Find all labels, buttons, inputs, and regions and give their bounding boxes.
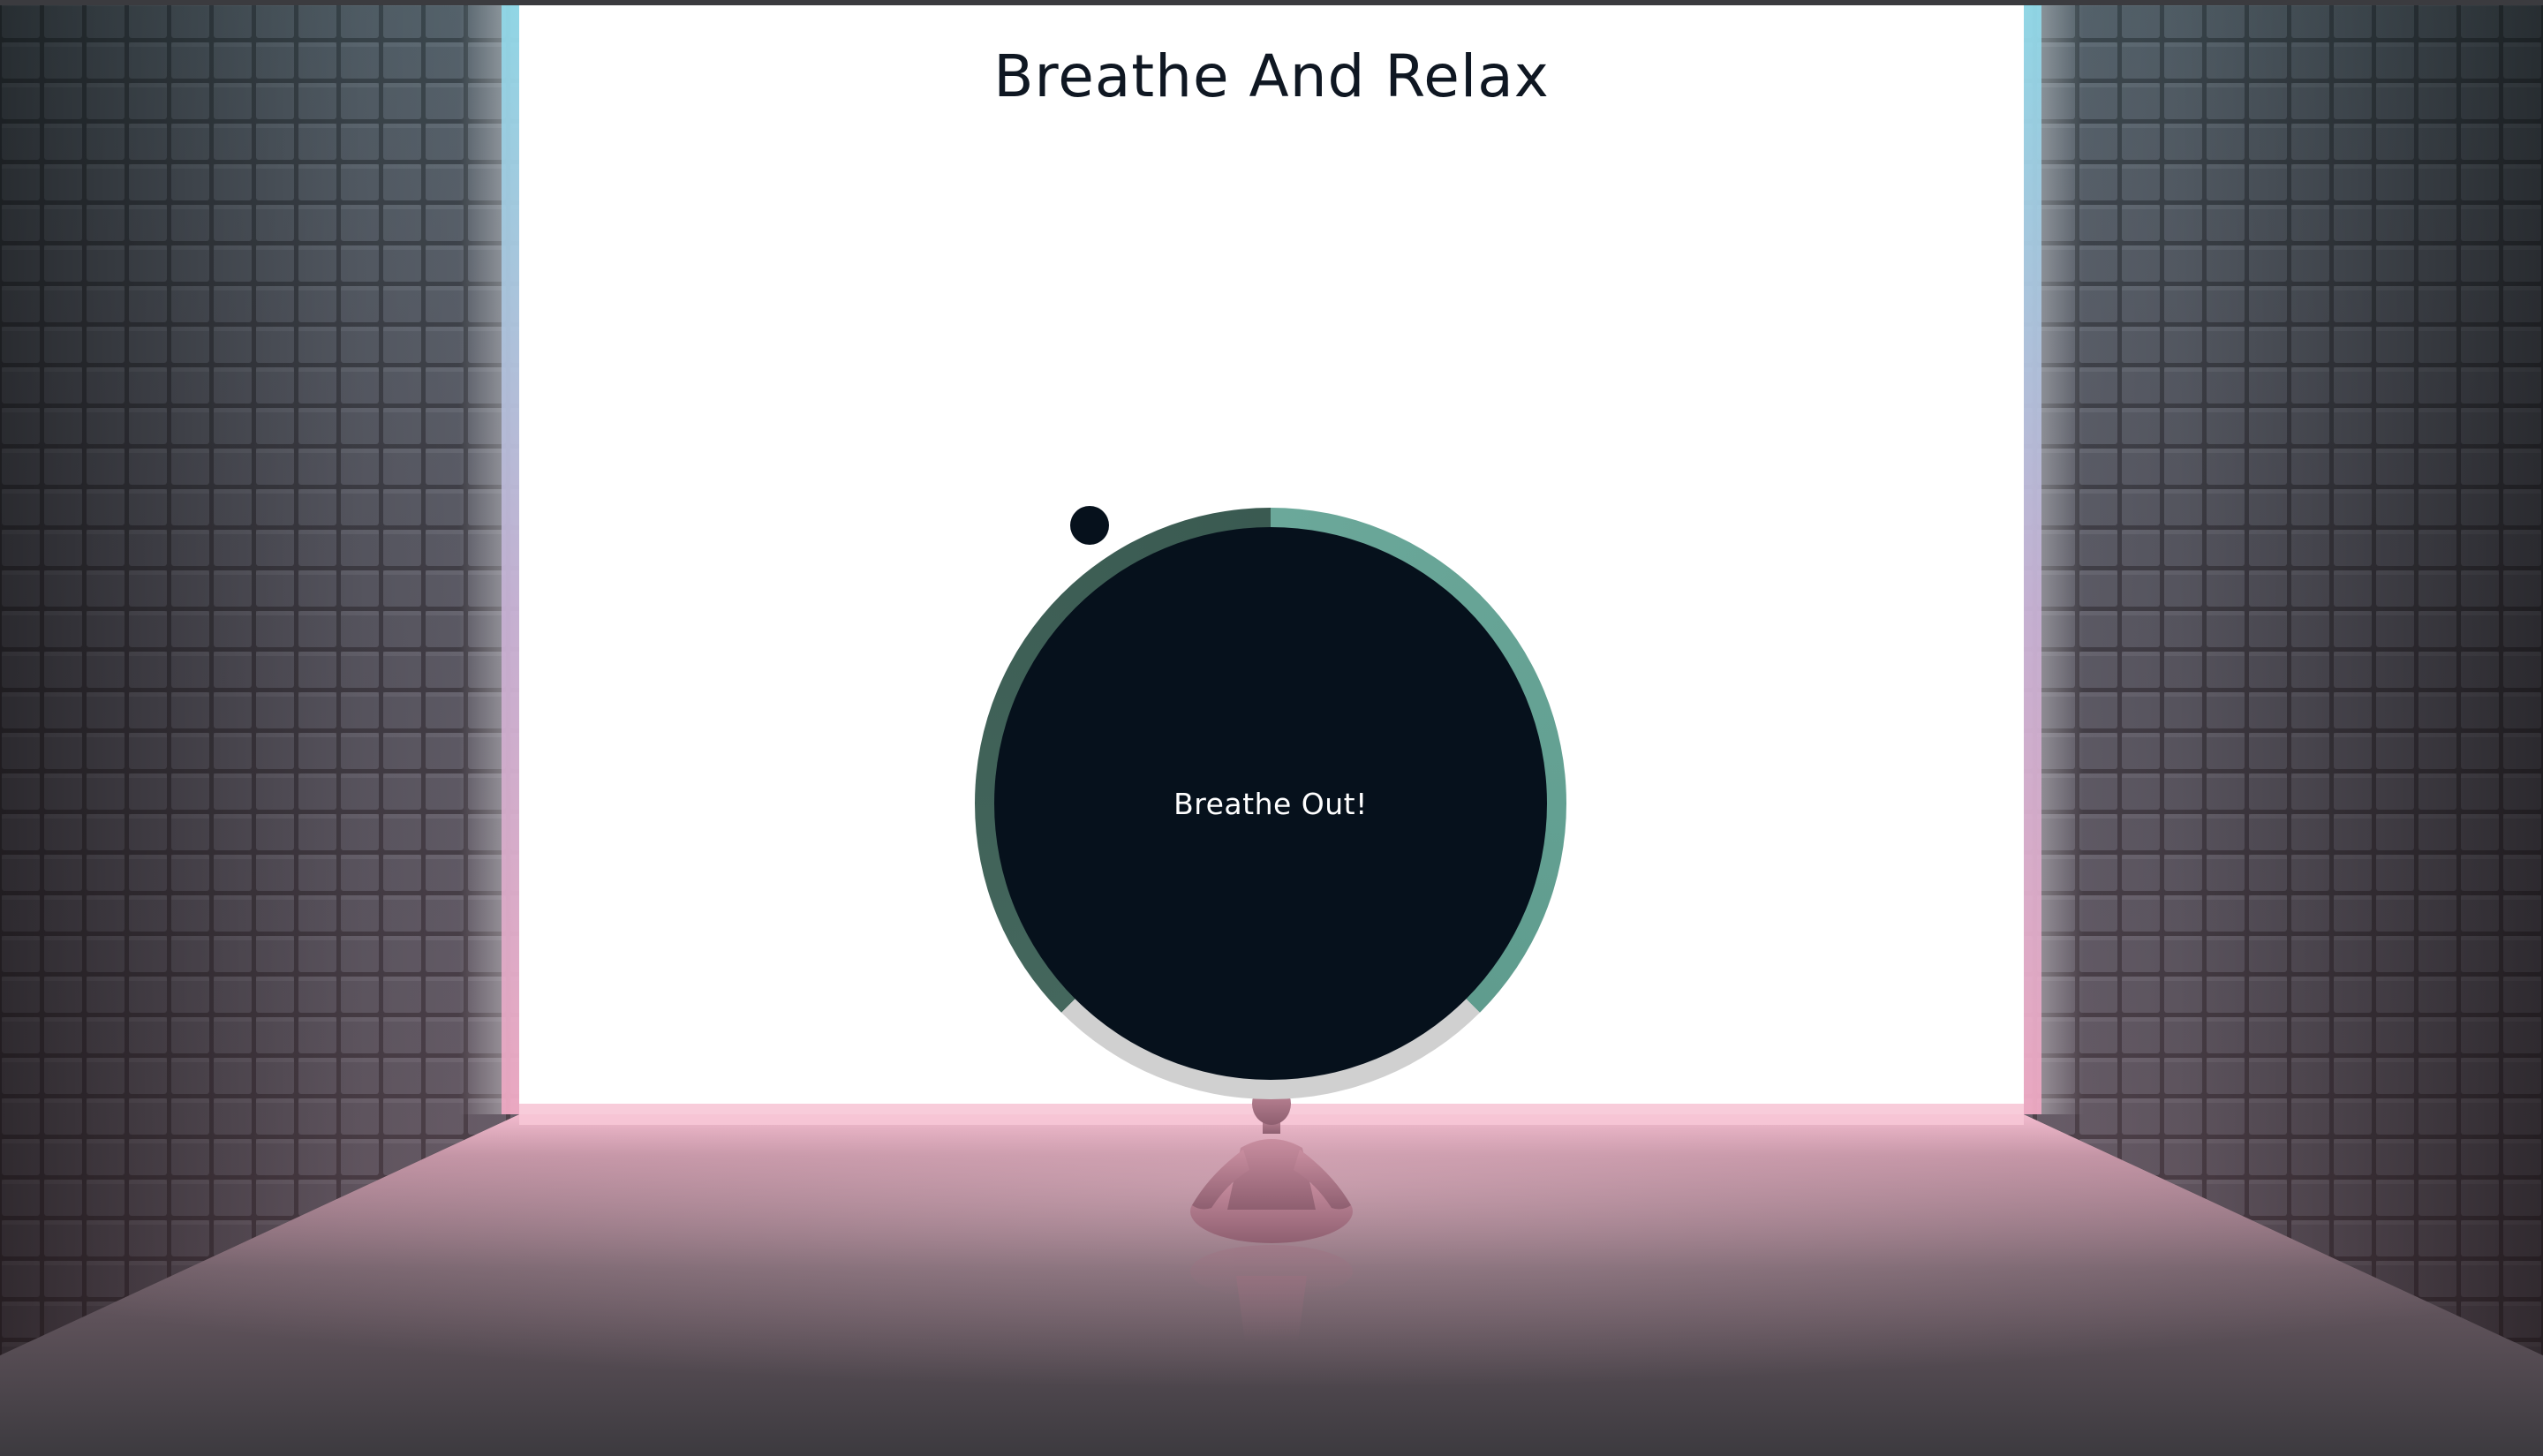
breath-circle-core: Breathe Out!: [994, 527, 1547, 1080]
window-top-strip: [0, 0, 2543, 5]
breath-status-text: Breathe Out!: [1173, 786, 1368, 821]
scene: Breathe And Relax Breathe Out!: [0, 0, 2543, 1456]
page-title: Breathe And Relax: [993, 42, 1550, 110]
breath-circle: Breathe Out!: [975, 508, 1566, 1099]
progress-pointer-dot: [1070, 506, 1109, 545]
